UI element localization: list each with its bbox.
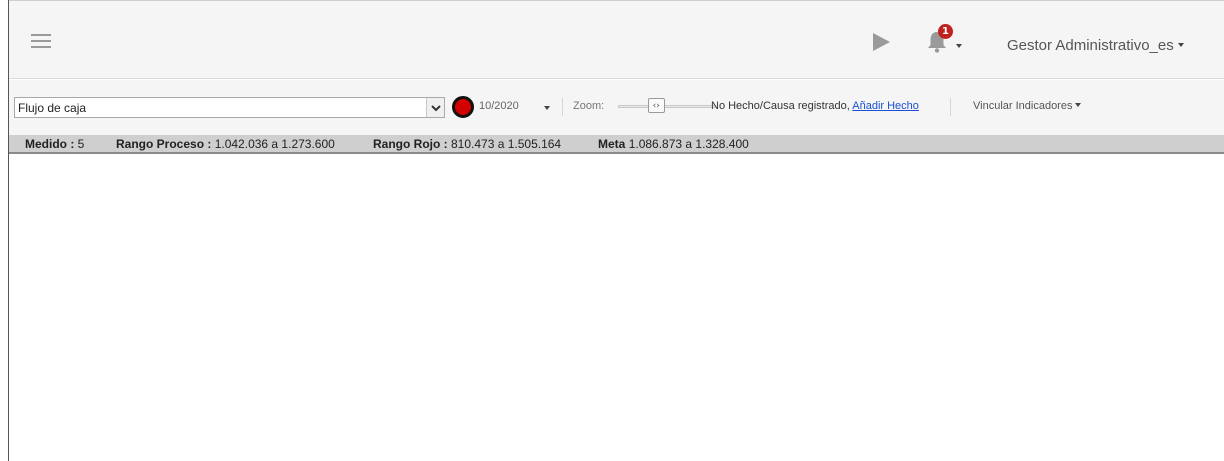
status-indicator [452, 96, 474, 118]
no-hecho-text: No Hecho/Causa registrado, [711, 100, 850, 112]
zoom-slider[interactable] [618, 105, 716, 108]
stat-value: 5 [77, 137, 85, 151]
stat-rango-rojo: Rango Rojo : 810.473 a 1.505.164 [373, 137, 561, 151]
link-indicators-label: Vincular Indicadores [973, 100, 1073, 112]
chevron-down-icon [956, 44, 962, 48]
divider [562, 98, 563, 116]
chevron-down-icon[interactable] [544, 106, 550, 110]
chart-area [9, 154, 1224, 461]
stat-medido: Medido : 5 [25, 137, 84, 151]
play-icon [873, 33, 890, 51]
stat-label: Rango Rojo : [373, 137, 448, 151]
chevron-down-icon [1177, 43, 1184, 48]
top-navbar: 1 Gestor Administrativo_es [9, 1, 1224, 79]
stat-value: 810.473 a 1.505.164 [451, 137, 562, 151]
user-menu[interactable]: Gestor Administrativo_es [1007, 37, 1184, 54]
divider [950, 98, 951, 116]
menu-icon[interactable] [31, 34, 51, 48]
stat-label: Rango Proceso : [116, 137, 212, 151]
indicator-select-value: Flujo de caja [18, 101, 87, 115]
stat-meta: Meta 1.086.873 a 1.328.400 [598, 137, 749, 151]
notifications-button[interactable]: 1 [924, 24, 962, 55]
notification-count-badge: 1 [938, 24, 953, 39]
zoom-label: Zoom: [573, 100, 605, 112]
stat-label: Meta [598, 137, 626, 151]
play-button[interactable] [870, 31, 892, 53]
stat-value: 1.042.036 a 1.273.600 [214, 137, 335, 151]
no-hecho-message: No Hecho/Causa registrado, Añadir Hecho [711, 100, 919, 112]
stat-value: 1.086.873 a 1.328.400 [628, 137, 749, 151]
stat-rango-proceso: Rango Proceso : 1.042.036 a 1.273.600 [116, 137, 335, 151]
period-selector[interactable]: 10/2020 [479, 100, 519, 112]
zoom-slider-handle[interactable]: ‹› [647, 98, 665, 113]
indicator-toolbar: Flujo de caja 10/2020 Zoom: ‹› No Hecho/… [9, 80, 1224, 135]
stat-label: Medido : [25, 137, 75, 151]
user-name: Gestor Administrativo_es [1007, 37, 1174, 54]
chevron-down-icon[interactable] [426, 98, 444, 117]
indicator-select[interactable]: Flujo de caja [14, 97, 445, 118]
link-indicators-menu[interactable]: Vincular Indicadores [973, 100, 1082, 112]
chevron-down-icon [1075, 103, 1082, 108]
indicator-stats-bar: Medido : 5 Rango Proceso : 1.042.036 a 1… [9, 135, 1224, 154]
add-hecho-link[interactable]: Añadir Hecho [852, 100, 919, 112]
